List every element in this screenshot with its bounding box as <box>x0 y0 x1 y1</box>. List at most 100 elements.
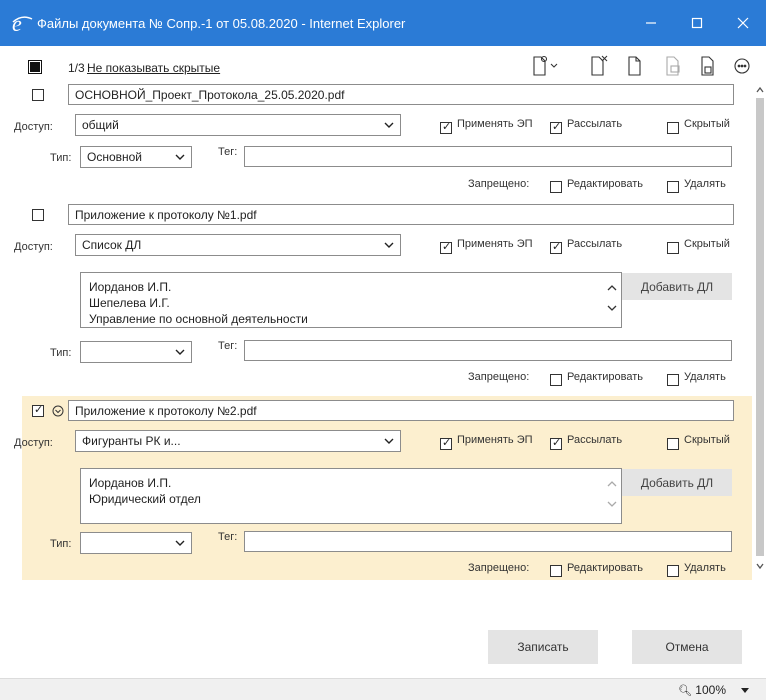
list-item[interactable]: Юридический отдел <box>89 491 613 507</box>
type-label: Тип: <box>50 152 72 164</box>
send-label: Рассылать <box>567 434 623 446</box>
chevron-down-icon <box>384 438 394 444</box>
send-checkbox[interactable] <box>550 240 562 254</box>
copy-file-icon[interactable] <box>624 54 648 78</box>
minimize-button[interactable] <box>628 0 674 46</box>
type-select[interactable] <box>80 532 192 554</box>
file-name-field[interactable]: Приложение к протоколу №2.pdf <box>68 400 734 421</box>
vertical-scrollbar[interactable] <box>754 80 766 580</box>
status-bar: 🔍︎ 100% <box>0 678 766 700</box>
title-bar: e Файлы документа № Сопр.-1 от 05.08.202… <box>0 0 766 46</box>
maximize-icon <box>691 17 703 29</box>
apply-ep-checkbox[interactable] <box>440 436 452 450</box>
access-label: Доступ: <box>14 437 53 449</box>
access-select[interactable]: Список ДЛ <box>75 234 401 256</box>
send-label: Рассылать <box>567 238 623 250</box>
tag-label: Тег: <box>218 531 238 543</box>
hide-hidden-link[interactable]: Не показывать скрытые <box>87 61 220 75</box>
access-label: Доступ: <box>14 121 53 133</box>
forbid-edit-checkbox[interactable] <box>550 374 562 386</box>
select-all-checkbox[interactable] <box>28 60 42 74</box>
chevron-down-icon <box>175 540 185 546</box>
scroll-up-icon[interactable] <box>607 283 617 293</box>
files-toolbar: 1/3 Не показывать скрытые <box>0 52 766 80</box>
list-item[interactable]: Шепелева И.Г. <box>89 295 613 311</box>
send-label: Рассылать <box>567 118 623 130</box>
scroll-up-icon[interactable] <box>756 86 764 94</box>
tag-field[interactable] <box>244 146 732 167</box>
apply-ep-checkbox[interactable] <box>440 120 452 134</box>
apply-ep-label: Применять ЭП <box>457 118 533 130</box>
file-entry-selected: Приложение к протоколу №2.pdf Доступ: Фи… <box>14 396 752 580</box>
recipients-list[interactable]: Иорданов И.П. Шепелева И.Г. Управление п… <box>80 272 622 328</box>
zoom-value: 100% <box>695 683 726 697</box>
access-select[interactable]: Фигуранты РК и... <box>75 430 401 452</box>
tag-field[interactable] <box>244 531 732 552</box>
send-checkbox[interactable] <box>550 120 562 134</box>
forbid-edit-checkbox[interactable] <box>550 565 562 577</box>
close-button[interactable] <box>720 0 766 46</box>
more-icon[interactable] <box>730 54 754 78</box>
hidden-checkbox[interactable] <box>667 438 679 450</box>
zoom-level[interactable]: 🔍︎ 100% <box>678 683 726 697</box>
convert-file-icon[interactable] <box>662 54 686 78</box>
forbid-delete-label: Удалять <box>684 178 726 190</box>
access-value: Список ДЛ <box>82 238 142 252</box>
add-dl-button[interactable]: Добавить ДЛ <box>622 273 732 300</box>
apply-ep-checkbox[interactable] <box>440 240 452 254</box>
svg-text:e: e <box>12 12 22 34</box>
caret-down-icon[interactable] <box>740 685 750 695</box>
file-entry: ОСНОВНОЙ_Проект_Протокола_25.05.2020.pdf… <box>14 80 752 196</box>
file-checkbox[interactable] <box>32 209 44 221</box>
apply-ep-label: Применять ЭП <box>457 434 533 446</box>
hidden-checkbox[interactable] <box>667 242 679 254</box>
forbid-edit-checkbox[interactable] <box>550 181 562 193</box>
cancel-button[interactable]: Отмена <box>632 630 742 664</box>
window-title: Файлы документа № Сопр.-1 от 05.08.2020 … <box>37 15 406 31</box>
scrollbar-thumb[interactable] <box>756 98 764 556</box>
hidden-checkbox[interactable] <box>667 122 679 134</box>
hidden-label: Скрытый <box>684 118 730 130</box>
type-select[interactable] <box>80 341 192 363</box>
forbid-delete-label: Удалять <box>684 562 726 574</box>
save-file-icon[interactable] <box>697 54 721 78</box>
forbid-edit-label: Редактировать <box>567 178 643 190</box>
access-label: Доступ: <box>14 241 53 253</box>
file-checkbox[interactable] <box>32 403 44 417</box>
forbidden-label: Запрещено: <box>468 178 530 190</box>
expand-circle-icon[interactable] <box>52 405 64 417</box>
list-item[interactable]: Управление по основной деятельности <box>89 311 613 327</box>
chevron-down-icon <box>384 242 394 248</box>
scroll-down-icon[interactable] <box>607 303 617 313</box>
scroll-up-icon[interactable] <box>607 479 617 489</box>
type-label: Тип: <box>50 538 72 550</box>
chevron-down-icon <box>175 349 185 355</box>
add-file-icon[interactable] <box>530 54 558 78</box>
add-dl-button[interactable]: Добавить ДЛ <box>622 469 732 496</box>
file-checkbox[interactable] <box>32 89 44 101</box>
file-name-field[interactable]: ОСНОВНОЙ_Проект_Протокола_25.05.2020.pdf <box>68 84 734 105</box>
delete-file-icon[interactable] <box>588 54 612 78</box>
forbidden-label: Запрещено: <box>468 562 530 574</box>
type-select[interactable]: Основной <box>80 146 192 168</box>
forbid-delete-checkbox[interactable] <box>667 374 679 386</box>
scroll-down-icon[interactable] <box>607 499 617 509</box>
ie-icon: e <box>12 12 33 34</box>
files-list: ОСНОВНОЙ_Проект_Протокола_25.05.2020.pdf… <box>0 80 766 580</box>
zoom-icon: 🔍︎ <box>677 685 692 697</box>
access-select[interactable]: общий <box>75 114 401 136</box>
recipients-list[interactable]: Иорданов И.П. Юридический отдел <box>80 468 622 524</box>
list-item[interactable]: Иорданов И.П. <box>89 475 613 491</box>
forbid-delete-checkbox[interactable] <box>667 565 679 577</box>
apply-ep-label: Применять ЭП <box>457 238 533 250</box>
save-button[interactable]: Записать <box>488 630 598 664</box>
list-item[interactable]: Иорданов И.П. <box>89 279 613 295</box>
file-counter: 1/3 <box>68 61 85 75</box>
maximize-button[interactable] <box>674 0 720 46</box>
forbid-delete-checkbox[interactable] <box>667 181 679 193</box>
file-name-field[interactable]: Приложение к протоколу №1.pdf <box>68 204 734 225</box>
chevron-down-icon <box>175 154 185 160</box>
send-checkbox[interactable] <box>550 436 562 450</box>
scroll-down-icon[interactable] <box>756 562 764 570</box>
tag-field[interactable] <box>244 340 732 361</box>
